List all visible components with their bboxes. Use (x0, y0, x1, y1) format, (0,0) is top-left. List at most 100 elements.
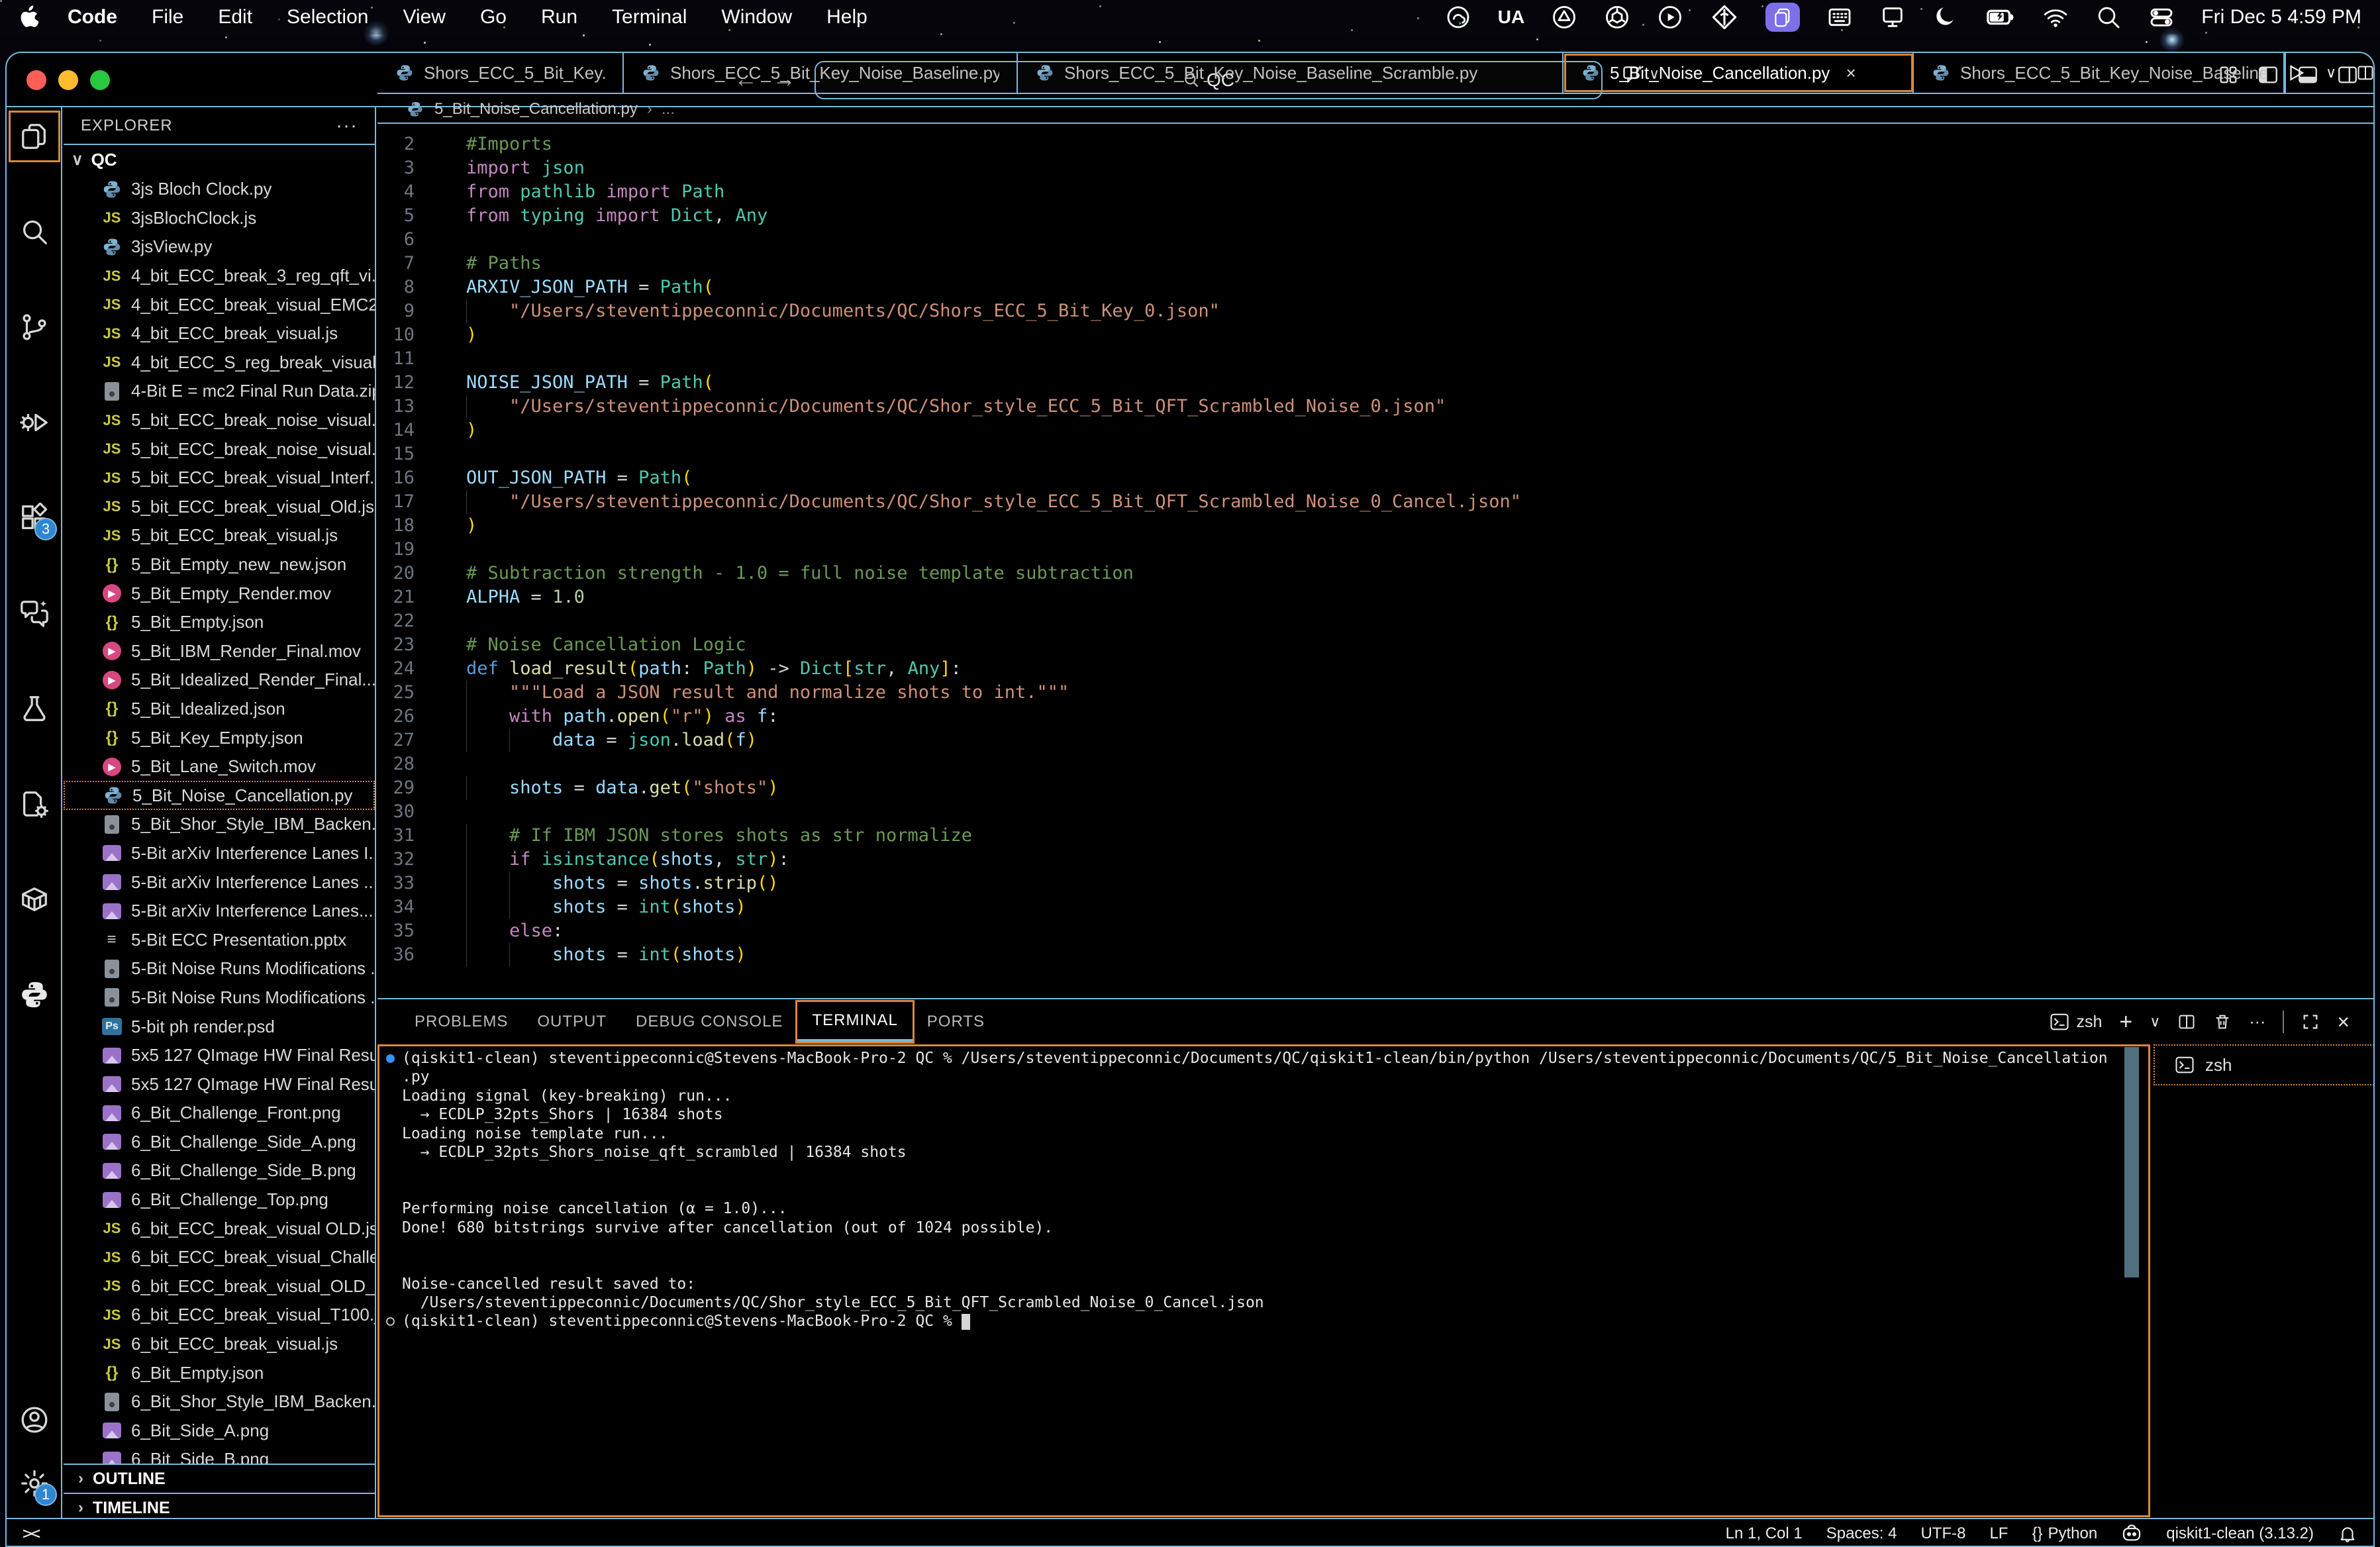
menu-view[interactable]: View (403, 6, 445, 28)
file-item[interactable]: {} 5_Bit_Idealized.json (64, 695, 375, 724)
activity-containers[interactable] (7, 872, 62, 927)
file-item[interactable]: JS 5_bit_ECC_break_visual.js (64, 521, 375, 550)
status-item[interactable]: LF (1989, 1524, 2008, 1543)
panel-tab-debug-console[interactable]: DEBUG CONSOLE (621, 1003, 797, 1040)
file-item[interactable]: 4-Bit E = mc2 Final Run Data.zip (64, 377, 375, 406)
status-item[interactable] (2338, 1524, 2357, 1544)
status-item[interactable] (2121, 1523, 2142, 1544)
kill-terminal-icon[interactable] (2213, 1013, 2232, 1031)
editor-tab[interactable]: Shors_ECC_5_Bit_Key_Noise_Baseline_Scram… (1018, 53, 1563, 93)
minimize-window-button[interactable] (58, 70, 78, 90)
menu-edit[interactable]: Edit (218, 6, 252, 28)
file-item[interactable]: JS 4_bit_ECC_break_visual.js (64, 319, 375, 348)
display-icon[interactable] (1879, 4, 1906, 30)
maximize-panel-icon[interactable] (2301, 1013, 2320, 1031)
diamond-app-icon[interactable] (1710, 4, 1739, 30)
activity-extensions[interactable]: 3 (7, 490, 62, 546)
control-center-icon[interactable] (2148, 4, 2175, 30)
close-window-button[interactable] (26, 70, 46, 90)
file-item[interactable]: 5-Bit arXiv Interference Lanes ... (64, 868, 375, 897)
terminal-scrollbar[interactable] (2124, 1047, 2139, 1277)
file-item[interactable]: 6_Bit_Shor_Style_IBM_Backen... (64, 1387, 375, 1417)
command-decoration-prompt[interactable] (386, 1317, 395, 1326)
file-item[interactable]: ≡ 5-Bit ECC Presentation.pptx (64, 925, 375, 954)
file-item[interactable]: 6_Bit_Side_B.png (64, 1445, 375, 1464)
panel-more-icon[interactable]: ··· (2249, 1013, 2265, 1032)
openai-icon[interactable] (1604, 4, 1630, 30)
file-item[interactable]: {} 5_Bit_Empty_new_new.json (64, 550, 375, 579)
file-item[interactable]: 5-Bit arXiv Interference Lanes I... (64, 839, 375, 868)
run-python-file-icon[interactable] (2286, 63, 2306, 83)
status-item[interactable]: qiskit1-clean (3.13.2) (2166, 1524, 2314, 1543)
moon-icon[interactable] (1932, 4, 1959, 30)
status-item[interactable]: Spaces: 4 (1826, 1524, 1897, 1543)
file-item[interactable]: JS 6_bit_ECC_break_visual_Challe... (64, 1243, 375, 1272)
menu-code[interactable]: Code (68, 6, 117, 28)
file-item[interactable]: JS 5_bit_ECC_break_noise_visual... (64, 406, 375, 435)
activity-settings[interactable]: 1 (7, 1456, 62, 1511)
battery-icon[interactable] (1985, 4, 2016, 30)
file-item[interactable]: {} 5_Bit_Key_Empty.json (64, 723, 375, 752)
menu-terminal[interactable]: Terminal (612, 6, 687, 28)
file-item[interactable]: {} 5_Bit_Empty.json (64, 608, 375, 637)
activity-code-runner[interactable] (7, 776, 62, 832)
file-item[interactable]: ▶ 5_Bit_Empty_Render.mov (64, 579, 375, 608)
file-item[interactable]: 5_Bit_Shor_Style_IBM_Backen... (64, 810, 375, 839)
file-item[interactable]: JS 5_bit_ECC_break_noise_visual.js (64, 434, 375, 464)
editor-tab[interactable]: Shors_ECC_5_Bit_Key_Noise_Baseline_Sc (1914, 53, 2285, 93)
terminal-list-item-zsh[interactable]: zsh (2154, 1044, 2373, 1085)
activity-source-control[interactable] (7, 299, 62, 355)
file-item[interactable]: JS 3jsBlochClock.js (64, 204, 375, 233)
panel-tab-ports[interactable]: PORTS (913, 1003, 999, 1040)
file-item[interactable]: 3jsView.py (64, 232, 375, 262)
editor-tab[interactable]: Shors_ECC_5_Bit_Key.py (377, 53, 624, 93)
file-item[interactable]: Ps 5-bit ph render.psd (64, 1012, 375, 1041)
file-item[interactable]: ▶ 5_Bit_IBM_Render_Final.mov (64, 637, 375, 666)
apple-menu-icon[interactable] (19, 5, 38, 29)
file-item[interactable]: JS 5_bit_ECC_break_visual_Old.js (64, 493, 375, 522)
status-item[interactable]: {} Python (2032, 1524, 2097, 1543)
play-circle-icon[interactable] (1657, 4, 1683, 30)
terminal-output[interactable]: (qiskit1-clean) steventippeconnic@Steven… (385, 1049, 2122, 1513)
status-item[interactable]: Ln 1, Col 1 (1726, 1524, 1803, 1543)
chevron-down-icon[interactable]: ∨ (2150, 1013, 2160, 1030)
command-decoration-run[interactable] (386, 1054, 395, 1063)
drive-icon[interactable] (1551, 4, 1577, 30)
menu-help[interactable]: Help (826, 6, 868, 28)
menu-window[interactable]: Window (721, 6, 792, 28)
file-item[interactable]: JS 4_bit_ECC_break_visual_EMC2... (64, 290, 375, 319)
menu-selection[interactable]: Selection (287, 6, 368, 28)
activity-python[interactable] (7, 967, 62, 1023)
screens-app-icon[interactable] (1765, 3, 1801, 32)
terminal-shell-label[interactable]: zsh (2050, 1012, 2102, 1032)
file-item[interactable]: JS 4_bit_ECC_break_3_reg_qft_vi... (64, 262, 375, 291)
file-item[interactable]: 5-Bit Noise Runs Modifications ... (64, 983, 375, 1013)
new-terminal-icon[interactable]: + (2119, 1009, 2132, 1035)
menu-run[interactable]: Run (541, 6, 577, 28)
split-terminal-icon[interactable] (2177, 1013, 2196, 1031)
menu-clock[interactable]: Fri Dec 5 4:59 PM (2201, 6, 2361, 28)
zoom-window-button[interactable] (90, 70, 110, 90)
panel-tab-output[interactable]: OUTPUT (522, 1003, 621, 1040)
activity-explorer[interactable] (7, 109, 62, 164)
file-item[interactable]: ▶ 5_Bit_Lane_Switch.mov (64, 752, 375, 781)
file-item[interactable]: 5x5 127 QImage HW Final Resul... (64, 1041, 375, 1070)
panel-tab-problems[interactable]: PROBLEMS (400, 1003, 522, 1040)
menu-go[interactable]: Go (480, 6, 507, 28)
breadcrumb[interactable]: 5_Bit_Noise_Cancellation.py › ... (377, 95, 2373, 124)
file-item[interactable]: {} 6_Bit_Empty.json (64, 1358, 375, 1387)
file-item[interactable]: 6_Bit_Side_A.png (64, 1417, 375, 1446)
file-item[interactable]: JS 6_bit_ECC_break_visual_T100.js (64, 1301, 375, 1330)
status-item[interactable]: >< (23, 1524, 40, 1544)
terminal-viewport[interactable]: (qiskit1-clean) steventippeconnic@Steven… (377, 1044, 2150, 1517)
file-item[interactable]: 6_Bit_Challenge_Side_A.png (64, 1128, 375, 1157)
activity-run-debug[interactable] (7, 395, 62, 450)
menu-file[interactable]: File (152, 6, 183, 28)
panel-tab-terminal[interactable]: TERMINAL (795, 1000, 915, 1044)
file-item[interactable]: JS 6_bit_ECC_break_visual OLD.js (64, 1214, 375, 1243)
activity-search[interactable] (7, 204, 62, 260)
keyboard-icon[interactable] (1826, 4, 1853, 30)
file-item[interactable]: ▶ 5_Bit_Idealized_Render_Final.... (64, 666, 375, 695)
creative-cloud-icon[interactable] (1445, 4, 1471, 30)
folder-section-qc[interactable]: ∨ QC (64, 145, 375, 175)
